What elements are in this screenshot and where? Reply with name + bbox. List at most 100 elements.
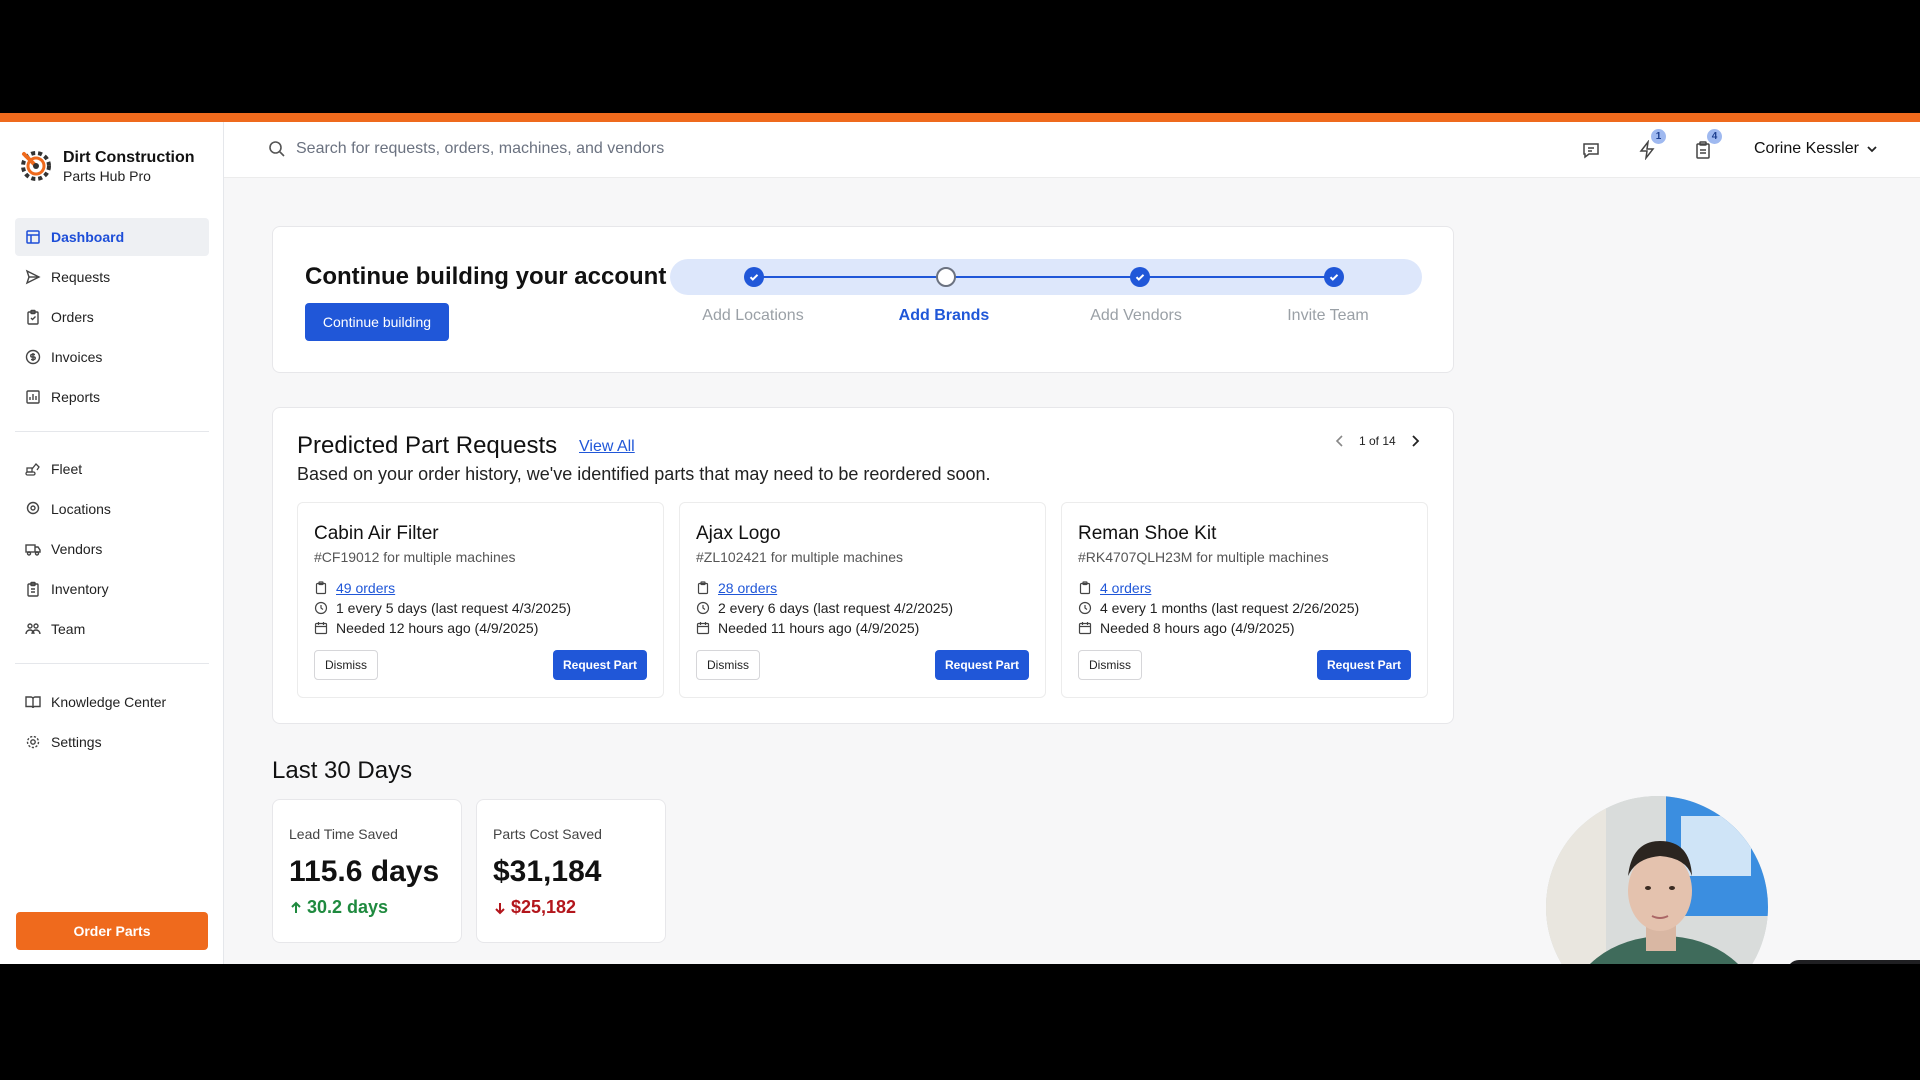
order-parts-button[interactable]: Order Parts	[16, 912, 208, 950]
sidebar-item-label: Team	[51, 621, 86, 637]
check-icon	[1135, 274, 1145, 281]
search-bar[interactable]: Search for requests, orders, machines, a…	[268, 140, 664, 158]
step-add-locations-check[interactable]	[744, 267, 764, 287]
tasks-button[interactable]: 4	[1692, 129, 1722, 161]
sidebar-item-vendors[interactable]: Vendors	[15, 530, 209, 568]
part-sku: #ZL102421 for multiple machines	[696, 549, 904, 565]
part-card: Cabin Air Filter #CF19012 for multiple m…	[297, 502, 664, 698]
stat-label: Lead Time Saved	[289, 826, 398, 842]
dollar-icon	[25, 349, 41, 365]
brand-subtitle: Parts Hub Pro	[63, 167, 151, 184]
dismiss-button[interactable]: Dismiss	[696, 650, 760, 680]
clock-icon	[1078, 601, 1092, 615]
gear-icon	[25, 734, 41, 750]
sidebar-item-team[interactable]: Team	[15, 610, 209, 648]
sidebar-item-locations[interactable]: Locations	[15, 490, 209, 528]
nav-group-help: Knowledge Center Settings	[15, 683, 209, 763]
part-orders-link[interactable]: 49 orders	[336, 580, 395, 596]
request-part-button[interactable]: Request Part	[553, 650, 647, 680]
dashboard-icon	[25, 229, 41, 245]
continue-building-button[interactable]: Continue building	[305, 303, 449, 341]
predicted-part-requests-card: Predicted Part Requests View All Based o…	[272, 407, 1454, 724]
part-orders-link[interactable]: 4 orders	[1100, 580, 1151, 596]
sidebar-item-knowledge-center[interactable]: Knowledge Center	[15, 683, 209, 721]
part-frequency-row: 4 every 1 months (last request 2/26/2025…	[1078, 600, 1359, 616]
book-icon	[25, 694, 41, 710]
part-frequency: 4 every 1 months (last request 2/26/2025…	[1100, 600, 1360, 616]
sidebar-item-label: Requests	[51, 269, 111, 285]
webcam-feed-image	[1546, 796, 1768, 964]
last-30-days-title: Last 30 Days	[272, 757, 413, 784]
sidebar-item-label: Locations	[51, 501, 111, 517]
sidebar-item-invoices[interactable]: Invoices	[15, 338, 209, 376]
chevron-left-icon[interactable]	[1333, 434, 1347, 448]
part-needed: Needed 11 hours ago (4/9/2025)	[718, 620, 920, 636]
sidebar-item-inventory[interactable]: Inventory	[15, 570, 209, 608]
part-needed: Needed 12 hours ago (4/9/2025)	[336, 620, 539, 636]
part-needed-row: Needed 12 hours ago (4/9/2025)	[314, 620, 538, 636]
sidebar-item-settings[interactable]: Settings	[15, 723, 209, 761]
part-orders-row: 49 orders	[314, 580, 395, 596]
check-icon	[1329, 274, 1339, 281]
chat-icon	[1583, 143, 1599, 159]
onboarding-title: Continue building your account	[305, 263, 667, 290]
sidebar-item-label: Reports	[51, 389, 101, 405]
search-input[interactable]: Search for requests, orders, machines, a…	[296, 140, 664, 158]
step-add-vendors-check[interactable]	[1130, 267, 1150, 287]
request-part-button[interactable]: Request Part	[935, 650, 1029, 680]
step-invite-team-check[interactable]	[1324, 267, 1344, 287]
step-add-brands-dot[interactable]	[936, 267, 956, 287]
sidebar-item-requests[interactable]: Requests	[15, 258, 209, 296]
sidebar-item-label: Vendors	[51, 541, 103, 557]
chevron-down-icon	[1867, 146, 1877, 153]
sidebar-item-label: Fleet	[51, 461, 83, 477]
sidebar-item-label: Invoices	[51, 349, 103, 365]
sidebar-item-orders[interactable]: Orders	[15, 298, 209, 336]
request-part-button[interactable]: Request Part	[1317, 650, 1411, 680]
view-all-link[interactable]: View All	[579, 438, 635, 456]
nav-divider	[15, 431, 209, 432]
part-orders-link[interactable]: 28 orders	[718, 580, 777, 596]
stat-value: 115.6 days	[289, 855, 440, 888]
step-label-add-brands[interactable]: Add Brands	[864, 307, 1024, 325]
activity-button[interactable]: 1	[1636, 129, 1666, 161]
clock-icon	[314, 601, 328, 615]
part-sku: #RK4707QLH23M for multiple machines	[1078, 549, 1329, 565]
app-window: Dirt Construction Parts Hub Pro Dashboar…	[0, 113, 1920, 964]
sidebar-item-fleet[interactable]: Fleet	[15, 450, 209, 488]
sidebar-item-dashboard[interactable]: Dashboard	[15, 218, 209, 256]
sidebar: Dirt Construction Parts Hub Pro Dashboar…	[0, 122, 224, 964]
dismiss-button[interactable]: Dismiss	[314, 650, 378, 680]
part-frequency: 2 every 6 days (last request 4/2/2025)	[718, 600, 954, 616]
sidebar-item-label: Dashboard	[51, 229, 125, 245]
brand[interactable]: Dirt Construction Parts Hub Pro	[16, 146, 195, 186]
stat-card-lead-time: Lead Time Saved 115.6 days 30.2 days	[272, 799, 462, 943]
brand-name: Dirt Construction	[63, 148, 195, 166]
progress-line	[754, 276, 1338, 278]
map-pin-icon	[25, 501, 41, 517]
step-label-invite-team[interactable]: Invite Team	[1248, 307, 1408, 325]
sidebar-item-label: Orders	[51, 309, 94, 325]
dismiss-button[interactable]: Dismiss	[1078, 650, 1142, 680]
stat-value: $31,184	[493, 855, 602, 888]
user-menu[interactable]: Corine Kessler	[1754, 140, 1879, 158]
part-sku: #CF19012 for multiple machines	[314, 549, 516, 565]
sidebar-item-reports[interactable]: Reports	[15, 378, 209, 416]
step-label-add-locations[interactable]: Add Locations	[673, 307, 833, 325]
chevron-right-icon[interactable]	[1408, 434, 1422, 448]
clipboard-icon	[25, 309, 41, 325]
part-needed-row: Needed 11 hours ago (4/9/2025)	[696, 620, 919, 636]
stat-delta: $25,182	[493, 897, 576, 918]
truck-icon	[25, 541, 41, 557]
check-icon	[749, 274, 759, 281]
messages-button[interactable]	[1580, 139, 1602, 161]
part-orders-row: 4 orders	[1078, 580, 1151, 596]
sidebar-item-label: Inventory	[51, 581, 109, 597]
clock-icon	[696, 601, 710, 615]
pager-label: 1 of 14	[1359, 434, 1396, 448]
step-label-add-vendors[interactable]: Add Vendors	[1056, 307, 1216, 325]
webcam-overlay[interactable]	[1546, 796, 1768, 964]
letterbox-bottom	[0, 964, 1920, 1080]
part-title: Reman Shoe Kit	[1078, 523, 1217, 544]
stat-card-parts-cost: Parts Cost Saved $31,184 $25,182	[476, 799, 666, 943]
